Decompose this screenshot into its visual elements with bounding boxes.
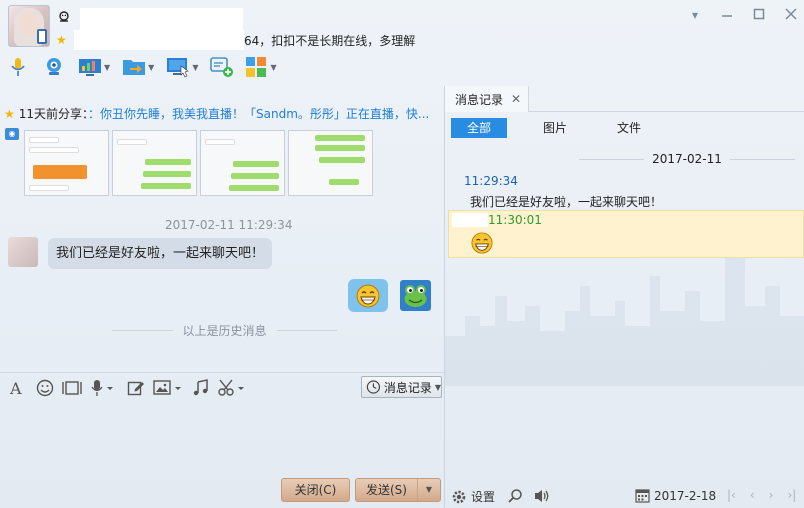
history-pagination: |‹ ‹ › ›| [727,488,796,502]
contact-name-redacted [80,8,243,30]
chevron-down-icon[interactable]: ▼ [418,479,440,501]
emoji-icon[interactable] [36,379,54,397]
star-icon: ★ [4,107,15,121]
font-icon[interactable]: A [8,379,26,397]
message-timestamp: 2017-02-11 11:29:34 [165,218,293,232]
thumbnail[interactable] [200,130,285,196]
filter-files[interactable]: 文件 [603,118,655,138]
star-icon: ★ [56,33,67,47]
tab-message-history[interactable]: 消息记录 ✕ [445,86,529,112]
video-camera-icon[interactable] [42,55,66,79]
send-button-label[interactable]: 发送(S) [356,479,418,501]
history-filter-tabs: 全部 图片 文件 [451,118,677,138]
screenshot-icon[interactable] [218,379,248,397]
history-date-divider: 2017-02-11 [579,152,795,166]
speaker-icon[interactable] [533,488,551,504]
message-history-panel: 消息记录 ✕ 全部 图片 文件 2017-02-11 11:29:34 我们已经… [445,86,804,508]
chevron-down-icon[interactable]: ▼ [104,63,110,72]
avatar[interactable] [8,237,38,267]
qq-chat-window: ★ 64，扣扣不是长期在线，多理解 ▾ ▼ ▼ ▼ ▼ ★ 11天前分享：：你丑… [0,0,804,508]
settings-label: 设置 [471,490,496,504]
close-icon[interactable]: ✕ [511,92,521,106]
remote-desktop-icon[interactable] [166,55,190,79]
chevron-down-icon[interactable]: ▼ [192,63,198,72]
camera-icon: ◉ [5,128,19,140]
filter-images[interactable]: 图片 [529,118,581,138]
laughing-emoji-icon [471,232,493,257]
first-page-icon[interactable]: |‹ [727,488,736,502]
sender-name-redacted [452,213,488,227]
history-entry-time: 11:29:34 [464,174,518,188]
panel-tabbar: 消息记录 ✕ [445,86,804,112]
send-button[interactable]: 发送(S) ▼ [355,478,441,502]
close-icon[interactable] [784,8,798,22]
outgoing-message-bubble [348,279,388,312]
history-entry-text: 我们已经是好友啦，一起来聊天吧！ [470,195,663,209]
tab-label: 消息记录 [455,92,504,107]
close-button[interactable]: 关闭(C) [281,478,350,502]
svg-text:A: A [9,379,22,397]
message-history-button[interactable]: 消息记录 ▼ [361,376,442,398]
history-date: 2017-02-11 [652,152,722,166]
calendar-icon [635,489,650,503]
screen-share-icon[interactable] [78,55,102,79]
chevron-down-icon[interactable]: ▼ [270,63,276,72]
gear-icon [452,490,466,503]
history-divider: 以上是历史消息 [112,322,338,339]
signature-redacted [74,30,244,50]
thumbnail[interactable] [288,130,373,196]
settings-button[interactable]: 设置 [451,488,495,505]
share-prefix: 11天前分享： [18,107,89,121]
thumbnail[interactable] [112,130,197,196]
image-icon[interactable] [153,379,185,397]
shared-thumbnails [24,130,373,196]
contact-signature: 64，扣扣不是长期在线，多理解 [244,34,416,48]
chevron-down-icon[interactable]: ▼ [148,63,154,72]
minimize-icon[interactable] [720,8,734,22]
file-transfer-icon[interactable] [122,55,146,79]
prev-page-icon[interactable]: ‹ [750,488,755,502]
voice-icon[interactable] [90,379,116,397]
message-input[interactable] [0,402,444,476]
add-chat-icon[interactable] [210,55,234,79]
last-page-icon[interactable]: ›| [787,488,796,502]
message-history-label: 消息记录 [383,380,432,395]
history-panel-footer: 设置 2017-2-18 |‹ ‹ › ›| [445,484,804,508]
search-icon[interactable] [507,488,523,504]
incoming-message-bubble: 我们已经是好友啦，一起来聊天吧！ [48,238,273,269]
share-link[interactable]: ：你丑你先睡，我美我直播！「Sandm。彤彤」正在直播，快... [88,107,429,121]
thumbnail[interactable] [24,130,109,196]
edit-icon[interactable] [127,379,145,397]
microphone-icon[interactable] [6,55,30,79]
maximize-icon[interactable] [752,8,766,22]
apps-grid-icon[interactable] [244,55,268,79]
frog-avatar[interactable] [400,280,431,311]
chevron-down-icon: ▼ [434,382,441,392]
date-picker[interactable]: 2017-2-18 [635,488,716,503]
clock-icon [366,380,381,394]
filter-all[interactable]: 全部 [451,118,508,138]
history-entry-time: 11:30:01 [488,213,542,227]
history-label: 以上是历史消息 [182,324,267,338]
gif-icon[interactable] [62,379,82,397]
chevron-down-icon[interactable]: ▾ [688,8,702,22]
shield-qq-icon [57,10,71,24]
date-picker-value: 2017-2-18 [654,488,717,503]
next-page-icon[interactable]: › [769,488,774,502]
contact-avatar[interactable] [8,5,50,47]
laughing-emoji-icon [356,284,380,307]
share-notice[interactable]: ★ 11天前分享：：你丑你先睡，我美我直播！「Sandm。彤彤」正在直播，快... [4,105,429,122]
music-icon[interactable] [192,379,210,397]
